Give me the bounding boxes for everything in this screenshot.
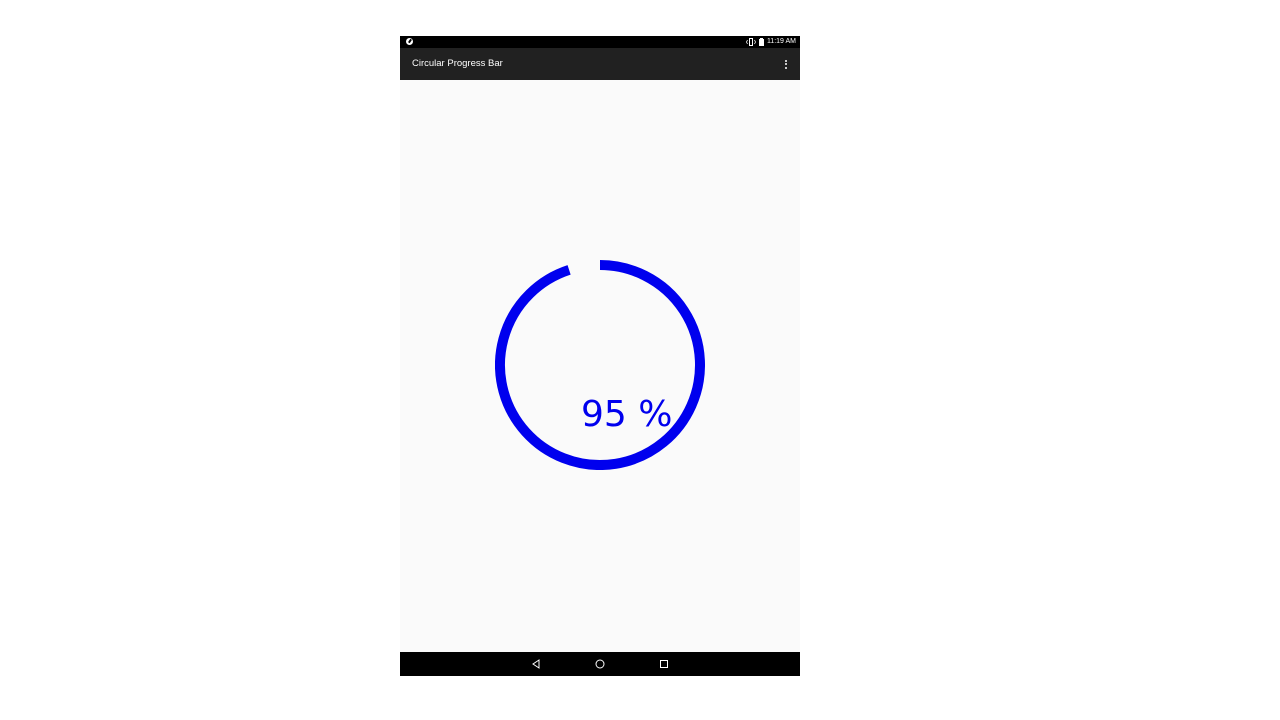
home-icon[interactable]	[592, 656, 608, 672]
app-notification-icon	[406, 38, 413, 45]
recents-icon[interactable]	[656, 656, 672, 672]
app-title: Circular Progress Bar	[412, 58, 503, 69]
battery-icon	[758, 37, 764, 46]
status-bar: 11:19 AM	[400, 36, 800, 48]
progress-percentage-label: 95 %	[581, 394, 673, 435]
vibrate-icon	[745, 38, 756, 46]
navigation-bar	[400, 652, 800, 676]
back-icon[interactable]	[528, 656, 544, 672]
overflow-menu-icon[interactable]	[780, 56, 792, 72]
status-icons: 11:19 AM	[745, 36, 796, 48]
app-bar: Circular Progress Bar	[400, 48, 800, 80]
main-content: 95 %	[400, 80, 800, 652]
status-time: 11:19 AM	[766, 38, 796, 45]
device-screen: 11:19 AM Circular Progress Bar 95 %	[400, 36, 800, 676]
